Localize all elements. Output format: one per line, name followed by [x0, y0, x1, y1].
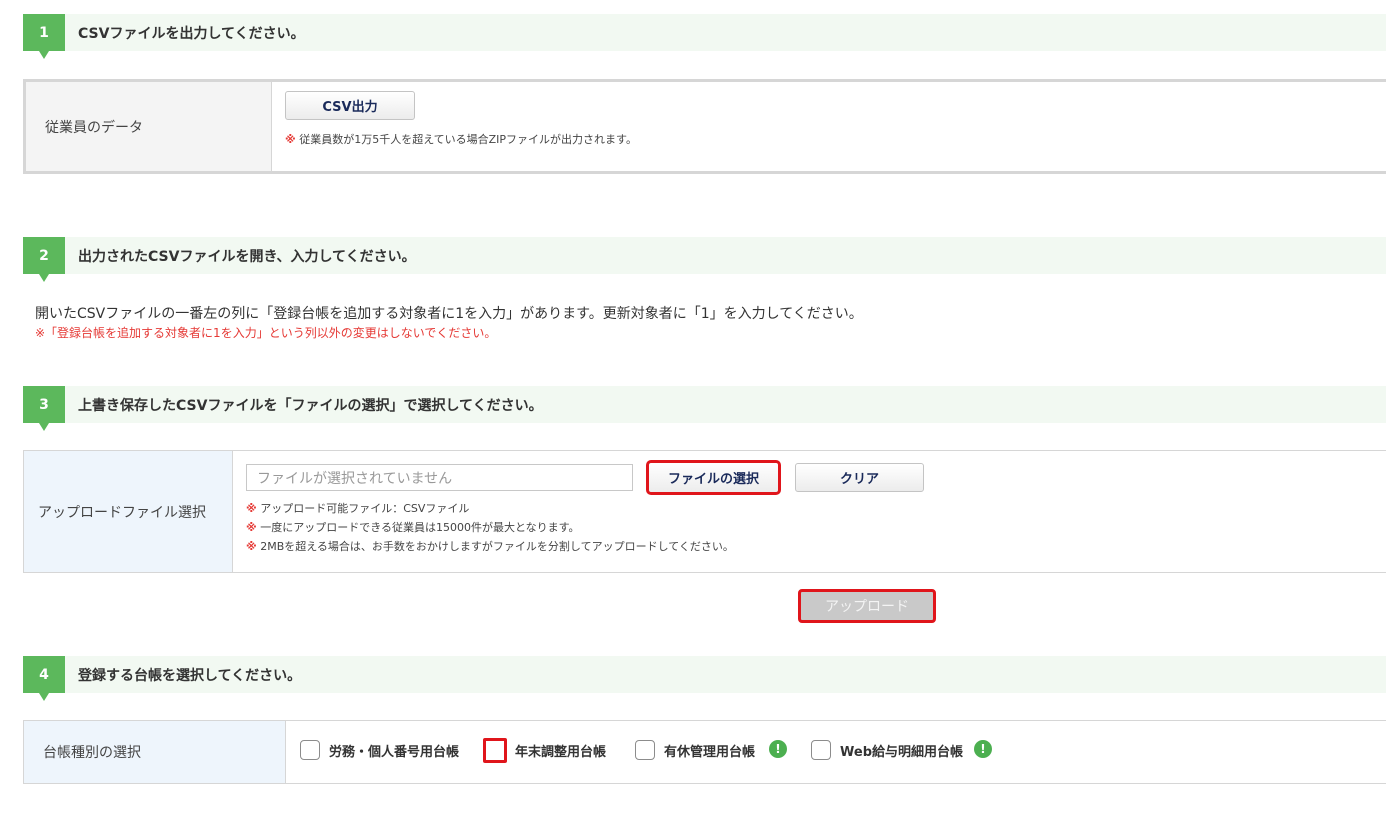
note-mark: ※: [285, 133, 296, 146]
step1-note: ※ 従業員数が1万5千人を超えている場合ZIPファイルが出力されます。: [285, 130, 637, 149]
step3-note: ※ アップロード可能ファイル：CSVファイル: [246, 499, 734, 518]
step2-title: 出力されたCSVファイルを開き、入力してください。: [78, 248, 416, 265]
step2-instruction: 開いたCSVファイルの一番左の列に「登録台帳を追加する対象者に1を入力」がありま…: [35, 306, 863, 322]
clear-button[interactable]: クリア: [795, 463, 924, 492]
step3-header: 3 上書き保存したCSVファイルを「ファイルの選択」で選択してください。: [23, 386, 1386, 431]
step3-title: 上書き保存したCSVファイルを「ファイルの選択」で選択してください。: [78, 397, 543, 414]
labor-ledger-checkbox[interactable]: [300, 740, 320, 760]
year-end-ledger-checkbox[interactable]: [483, 738, 507, 763]
step1-label-cell: 従業員のデータ: [26, 82, 272, 171]
step2-number-badge: 2: [23, 237, 65, 282]
paid-leave-ledger-label[interactable]: 有休管理用台帳: [664, 741, 755, 760]
step4-label-cell: 台帳種別の選択: [24, 721, 286, 783]
step1-number-badge: 1: [23, 14, 65, 59]
note-mark: ※: [246, 502, 257, 515]
web-payslip-ledger-checkbox[interactable]: [811, 740, 831, 760]
upload-button[interactable]: アップロード: [798, 589, 936, 623]
ledger-type-label: 台帳種別の選択: [43, 745, 141, 761]
paid-leave-info-icon[interactable]: !: [769, 740, 787, 758]
note-allowed-file: アップロード可能ファイル：CSVファイル: [260, 502, 470, 515]
year-end-ledger-label[interactable]: 年末調整用台帳: [515, 741, 606, 760]
note-file-size: 2MBを超える場合は、お手数をおかけしますがファイルを分割してアップロードしてく…: [260, 540, 734, 553]
upload-file-select-label: アップロードファイル選択: [38, 504, 206, 521]
step1-table: 従業員のデータ: [23, 79, 1386, 174]
web-payslip-info-icon[interactable]: !: [974, 740, 992, 758]
file-name-placeholder: ファイルが選択されていません: [257, 470, 453, 487]
csv-export-button[interactable]: CSV出力: [285, 91, 415, 120]
labor-ledger-label[interactable]: 労務・個人番号用台帳: [329, 741, 459, 760]
note-mark: ※: [246, 540, 257, 553]
paid-leave-ledger-checkbox[interactable]: [635, 740, 655, 760]
step4-header: 4 登録する台帳を選択してください。: [23, 656, 1386, 701]
step2-header: 2 出力されたCSVファイルを開き、入力してください。: [23, 237, 1386, 282]
choose-file-button[interactable]: ファイルの選択: [646, 460, 781, 495]
file-name-input[interactable]: ファイルが選択されていません: [246, 464, 633, 491]
step3-note: ※ 一度にアップロードできる従業員は15000件が最大となります。: [246, 518, 734, 537]
step3-number-badge: 3: [23, 386, 65, 431]
step1-note-text: 従業員数が1万5千人を超えている場合ZIPファイルが出力されます。: [299, 133, 637, 146]
note-max-employees: 一度にアップロードできる従業員は15000件が最大となります。: [260, 521, 580, 534]
step3-note: ※ 2MBを超える場合は、お手数をおかけしますがファイルを分割してアップロードし…: [246, 537, 734, 556]
note-mark: ※: [246, 521, 257, 534]
step4-title: 登録する台帳を選択してください。: [78, 667, 302, 684]
employee-data-label: 従業員のデータ: [45, 119, 143, 136]
step4-number-badge: 4: [23, 656, 65, 701]
step3-notes: ※ アップロード可能ファイル：CSVファイル ※ 一度にアップロードできる従業員…: [246, 499, 734, 556]
web-payslip-ledger-label[interactable]: Web給与明細用台帳: [840, 741, 963, 760]
step2-warning: ※「登録台帳を追加する対象者に1を入力」という列以外の変更はしないでください。: [35, 326, 497, 340]
step3-label-cell: アップロードファイル選択: [24, 451, 233, 572]
step1-title: CSVファイルを出力してください。: [78, 25, 305, 42]
step1-header: 1 CSVファイルを出力してください。: [23, 14, 1386, 59]
